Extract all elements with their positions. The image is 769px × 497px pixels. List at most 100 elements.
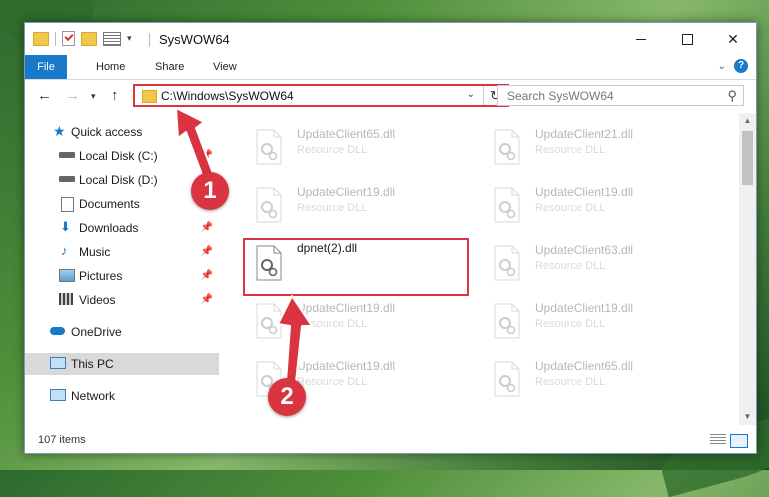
tab-share[interactable]: Share: [155, 55, 184, 79]
sidebar-item-local-disk-c[interactable]: Local Disk (C:) 📌: [25, 145, 219, 167]
step-one-marker: 1: [191, 172, 229, 210]
file-name: UpdateClient19.dll: [297, 301, 396, 315]
title-bar: ▾ SysWOW64 ✕: [25, 23, 756, 55]
file-item[interactable]: UpdateClient19.dll Resource DLL: [245, 299, 445, 353]
file-item[interactable]: UpdateClient19.dll Resource DLL: [245, 183, 445, 237]
dll-file-icon-graphic: [494, 303, 520, 339]
dll-file-icon: [493, 245, 521, 281]
sidebar-item-label: Documents: [79, 197, 140, 211]
sidebar-item-quick-access[interactable]: ★ Quick access: [25, 121, 219, 143]
tab-view[interactable]: View: [213, 55, 237, 79]
sidebar-item-music[interactable]: ♪ Music 📌: [25, 241, 219, 263]
customize-toolbar-icon[interactable]: ▾: [127, 33, 132, 44]
dll-file-icon-graphic: [256, 187, 282, 223]
sidebar-item-label: Videos: [79, 293, 116, 307]
tab-home[interactable]: Home: [96, 55, 125, 79]
large-icons-view-icon[interactable]: [730, 434, 748, 448]
sidebar-item-label: Downloads: [79, 221, 139, 235]
dll-file-icon: [493, 129, 521, 165]
sidebar-item-onedrive[interactable]: OneDrive: [25, 321, 219, 343]
new-folder-icon[interactable]: [81, 31, 97, 46]
help-icon[interactable]: ?: [734, 59, 748, 73]
view-list-icon[interactable]: [103, 31, 121, 46]
navigation-pane: ★ Quick access Local Disk (C:) 📌 Local D…: [25, 113, 219, 423]
dll-file-icon: [493, 361, 521, 397]
minimize-icon: [636, 38, 646, 40]
file-name: UpdateClient65.dll: [535, 359, 634, 373]
file-type: Resource DLL: [297, 144, 368, 156]
pin-icon: 📌: [200, 150, 213, 161]
dll-file-icon-graphic: [494, 129, 520, 165]
file-type: Resource DLL: [535, 376, 606, 388]
file-type: Resource DLL: [297, 318, 368, 330]
window-title: SysWOW64: [159, 32, 230, 47]
sidebar-item-this-pc[interactable]: This PC: [25, 353, 219, 375]
file-item[interactable]: UpdateClient65.dll Resource DLL: [483, 357, 683, 411]
dll-file-icon-graphic: [494, 245, 520, 281]
close-button[interactable]: ✕: [710, 23, 756, 55]
file-type: Resource DLL: [535, 144, 606, 156]
pin-icon: 📌: [200, 246, 213, 257]
file-name: UpdateClient19.dll: [535, 301, 634, 315]
file-type: Resource DLL: [297, 202, 368, 214]
up-arrow-icon[interactable]: ↑: [111, 87, 119, 104]
file-item[interactable]: UpdateClient65.dll Resource DLL: [245, 125, 445, 179]
sidebar-item-documents[interactable]: Documents 📌: [25, 193, 219, 215]
tab-file[interactable]: File: [25, 55, 67, 79]
dll-file-icon: [255, 303, 283, 339]
file-item[interactable]: UpdateClient63.dll Resource DLL: [483, 241, 683, 295]
sidebar-item-label: Local Disk (C:): [79, 149, 158, 163]
address-bar[interactable]: C:\Windows\SysWOW64 ⌄ ↻: [133, 84, 509, 107]
sidebar-item-videos[interactable]: Videos 📌: [25, 289, 219, 311]
scroll-up-icon[interactable]: ▲: [739, 113, 756, 129]
maximize-button[interactable]: [664, 23, 710, 55]
separator: [149, 33, 150, 47]
file-item[interactable]: UpdateClient21.dll Resource DLL: [483, 125, 683, 179]
recent-locations-icon[interactable]: ▾: [91, 91, 96, 102]
vertical-scrollbar[interactable]: ▲ ▼: [739, 113, 756, 425]
sidebar-item-downloads[interactable]: ⬇ Downloads 📌: [25, 217, 219, 239]
file-type: Resource DLL: [535, 260, 606, 272]
videos-icon: [59, 293, 73, 305]
file-type: Resource DLL: [297, 376, 368, 388]
separator: [55, 31, 56, 46]
computer-icon: [50, 357, 66, 369]
pin-icon: 📌: [200, 294, 213, 305]
sidebar-item-label: Pictures: [79, 269, 123, 283]
folder-icon: [33, 31, 49, 46]
file-name: UpdateClient19.dll: [297, 359, 396, 373]
dll-file-icon: [255, 129, 283, 165]
sidebar-item-local-disk-d[interactable]: Local Disk (D:): [25, 169, 219, 191]
dll-file-icon: [493, 187, 521, 223]
sidebar-item-label: Music: [79, 245, 111, 259]
sidebar-item-network[interactable]: Network: [25, 385, 219, 407]
pin-icon: 📌: [200, 270, 213, 281]
drive-icon: [59, 152, 75, 158]
search-placeholder: Search SysWOW64: [507, 89, 614, 103]
scroll-down-icon[interactable]: ▼: [739, 409, 756, 425]
sidebar-item-label: Network: [71, 389, 116, 403]
forward-arrow-icon[interactable]: →: [65, 87, 80, 104]
file-item[interactable]: UpdateClient19.dll Resource DLL: [483, 183, 683, 237]
sidebar-item-pictures[interactable]: Pictures 📌: [25, 265, 219, 287]
search-icon[interactable]: ⚲: [727, 88, 737, 104]
ribbon-tabs: File Home Share View ⌄ ?: [25, 55, 756, 80]
properties-check-icon[interactable]: [62, 31, 75, 46]
sidebar-item-label: OneDrive: [71, 325, 122, 339]
sidebar-item-label: This PC: [71, 357, 114, 371]
search-input[interactable]: Search SysWOW64 ⚲: [497, 85, 744, 106]
details-view-icon[interactable]: [710, 434, 726, 446]
file-type: Resource DLL: [535, 318, 606, 330]
file-item[interactable]: UpdateClient19.dll Resource DLL: [483, 299, 683, 353]
address-dropdown-icon[interactable]: ⌄: [467, 89, 475, 100]
expand-ribbon-icon[interactable]: ⌄: [718, 61, 726, 72]
close-icon: ✕: [727, 30, 739, 47]
address-path[interactable]: C:\Windows\SysWOW64: [161, 89, 294, 103]
star-icon: ★: [53, 123, 66, 139]
back-arrow-icon[interactable]: ←: [37, 87, 52, 104]
scroll-thumb[interactable]: [742, 131, 753, 185]
file-highlight-box: [243, 238, 469, 296]
ribbon-controls: ⌄ ?: [718, 59, 748, 73]
dll-file-icon-graphic: [494, 187, 520, 223]
minimize-button[interactable]: [618, 23, 664, 55]
